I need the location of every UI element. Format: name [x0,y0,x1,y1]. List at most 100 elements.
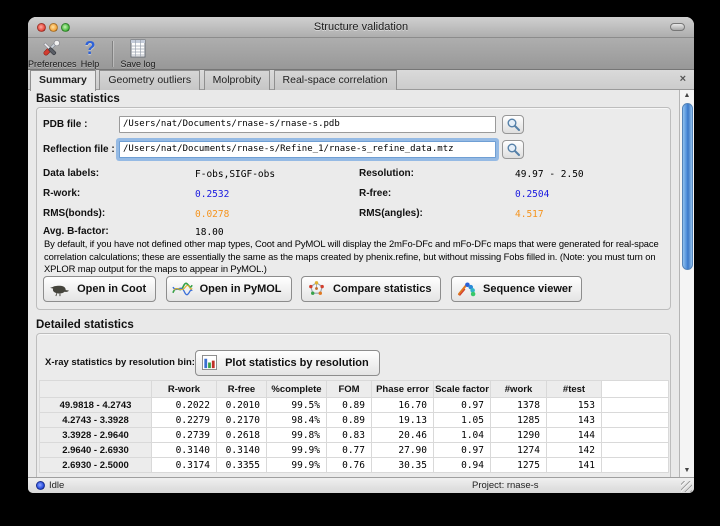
basic-statistics-groupbox: PDB file : /Users/nat/Documents/rnase-s/… [36,107,671,310]
r-work-label: R-work: [43,188,80,199]
scrollbar-thumb[interactable] [682,103,693,270]
data-labels-label: Data labels: [43,168,99,179]
basic-statistics-heading: Basic statistics [36,93,120,105]
table-cell: 0.76 [327,458,372,473]
table-cell: 0.3174 [152,458,217,473]
table-cell: 0.3355 [217,458,267,473]
sequence-viewer-label: Sequence viewer [483,283,572,295]
rms-angles-label: RMS(angles): [359,208,423,219]
resize-grip[interactable] [681,481,692,492]
table-cell: 0.89 [327,398,372,413]
r-free-label: R-free: [359,188,391,199]
table-row[interactable]: 4.2743 - 3.39280.22790.217098.4%0.8919.1… [40,413,669,428]
table-cell: 99.9% [267,443,327,458]
xray-stats-bin-label: X-ray statistics by resolution bin: [45,357,195,368]
bin-range-cell: 49.9818 - 4.2743 [40,398,152,413]
table-cell: 153 [547,398,602,413]
table-cell-filler [602,398,669,413]
table-cell: 16.70 [372,398,434,413]
table-cell: 1285 [491,413,547,428]
avg-b-factor-value: 18.00 [195,227,224,238]
vertical-scrollbar[interactable]: ▲ ▼ [679,90,694,477]
table-cell: 98.4% [267,413,327,428]
status-led-icon [36,481,45,490]
table-cell: 1378 [491,398,547,413]
preferences-button[interactable]: Preferences [28,39,72,69]
open-in-pymol-button[interactable]: Open in PyMOL [166,276,292,302]
scroll-down-arrow-icon[interactable]: ▼ [680,465,694,477]
avg-b-factor-label: Avg. B-factor: [43,226,109,237]
table-cell: 0.2010 [217,398,267,413]
tab-geometry-outliers[interactable]: Geometry outliers [99,70,200,90]
close-tab-icon[interactable]: × [680,73,686,85]
pdb-file-label: PDB file : [43,119,87,130]
magnifier-icon [506,117,521,132]
bin-range-cell: 3.3928 - 2.9640 [40,428,152,443]
titlebar: Structure validation [28,17,694,38]
save-log-button[interactable]: Save log [116,39,160,69]
table-cell: 141 [547,458,602,473]
summary-panel: Basic statistics PDB file : /Users/nat/D… [28,90,679,477]
table-cell-filler [602,413,669,428]
table-header-filler [602,381,669,398]
table-header-cell: #work [491,381,547,398]
table-row[interactable]: 3.3928 - 2.96400.27390.261899.8%0.8320.4… [40,428,669,443]
resolution-table-head: R-workR-free%completeFOMPhase errorScale… [40,381,669,398]
table-header-cell: %complete [267,381,327,398]
open-in-coot-button[interactable]: Open in Coot [43,276,156,302]
table-cell: 20.46 [372,428,434,443]
rms-bonds-label: RMS(bonds): [43,208,105,219]
pdb-browse-button[interactable] [502,115,524,134]
table-cell: 0.2022 [152,398,217,413]
table-cell: 0.2170 [217,413,267,428]
bin-range-cell: 2.6930 - 2.5000 [40,458,152,473]
table-cell: 0.2279 [152,413,217,428]
table-cell: 0.2618 [217,428,267,443]
project-name-text: Project: rnase-s [472,480,539,491]
detailed-statistics-heading: Detailed statistics [36,319,134,331]
toolbar-toggle-button[interactable] [670,23,685,31]
preferences-label: Preferences [28,59,72,69]
table-cell: 1274 [491,443,547,458]
maps-note-text: By default, if you have not defined othe… [44,238,666,276]
table-row[interactable]: 2.6930 - 2.50000.31740.335599.9%0.7630.3… [40,458,669,473]
bin-range-cell: 4.2743 - 3.3928 [40,413,152,428]
table-row[interactable]: 49.9818 - 4.27430.20220.201099.5%0.8916.… [40,398,669,413]
save-log-label: Save log [116,59,160,69]
table-cell: 99.8% [267,428,327,443]
compare-statistics-button[interactable]: Compare statistics [301,276,442,302]
table-cell: 0.3140 [217,443,267,458]
tab-real-space-correlation[interactable]: Real-space correlation [274,70,397,90]
magnifier-icon [506,142,521,157]
pdb-file-field[interactable]: /Users/nat/Documents/rnase-s/rnase-s.pdb [119,116,496,133]
sequence-beads-icon [457,280,476,297]
table-cell: 144 [547,428,602,443]
scroll-up-arrow-icon[interactable]: ▲ [680,90,694,102]
window-title: Structure validation [28,21,694,33]
tab-molprobity[interactable]: Molprobity [204,70,270,90]
sequence-viewer-button[interactable]: Sequence viewer [451,276,582,302]
structure-validation-window: Structure validation Preferences [28,17,694,493]
compare-statistics-label: Compare statistics [333,283,431,295]
table-header-cell: R-work [152,381,217,398]
reflection-browse-button[interactable] [502,140,524,159]
toolbar: Preferences ? Help Save log [28,38,694,70]
table-cell-filler [602,428,669,443]
resolution-table: R-workR-free%completeFOMPhase errorScale… [39,380,669,473]
table-cell: 0.97 [434,443,491,458]
table-cell: 0.97 [434,398,491,413]
table-cell: 0.77 [327,443,372,458]
plot-statistics-button[interactable]: Plot statistics by resolution [195,350,380,376]
table-cell-filler [602,443,669,458]
tab-summary[interactable]: Summary [30,70,96,91]
resolution-value: 49.97 - 2.50 [515,169,584,180]
table-header-cell: FOM [327,381,372,398]
r-free-value: 0.2504 [515,189,549,200]
table-row[interactable]: 2.9640 - 2.69300.31400.314099.9%0.7727.9… [40,443,669,458]
table-cell: 0.2739 [152,428,217,443]
open-in-coot-label: Open in Coot [77,283,146,295]
table-cell: 27.90 [372,443,434,458]
reflection-file-field[interactable]: /Users/nat/Documents/rnase-s/Refine_1/rn… [119,141,496,158]
help-button[interactable]: ? Help [74,39,106,69]
table-cell: 19.13 [372,413,434,428]
